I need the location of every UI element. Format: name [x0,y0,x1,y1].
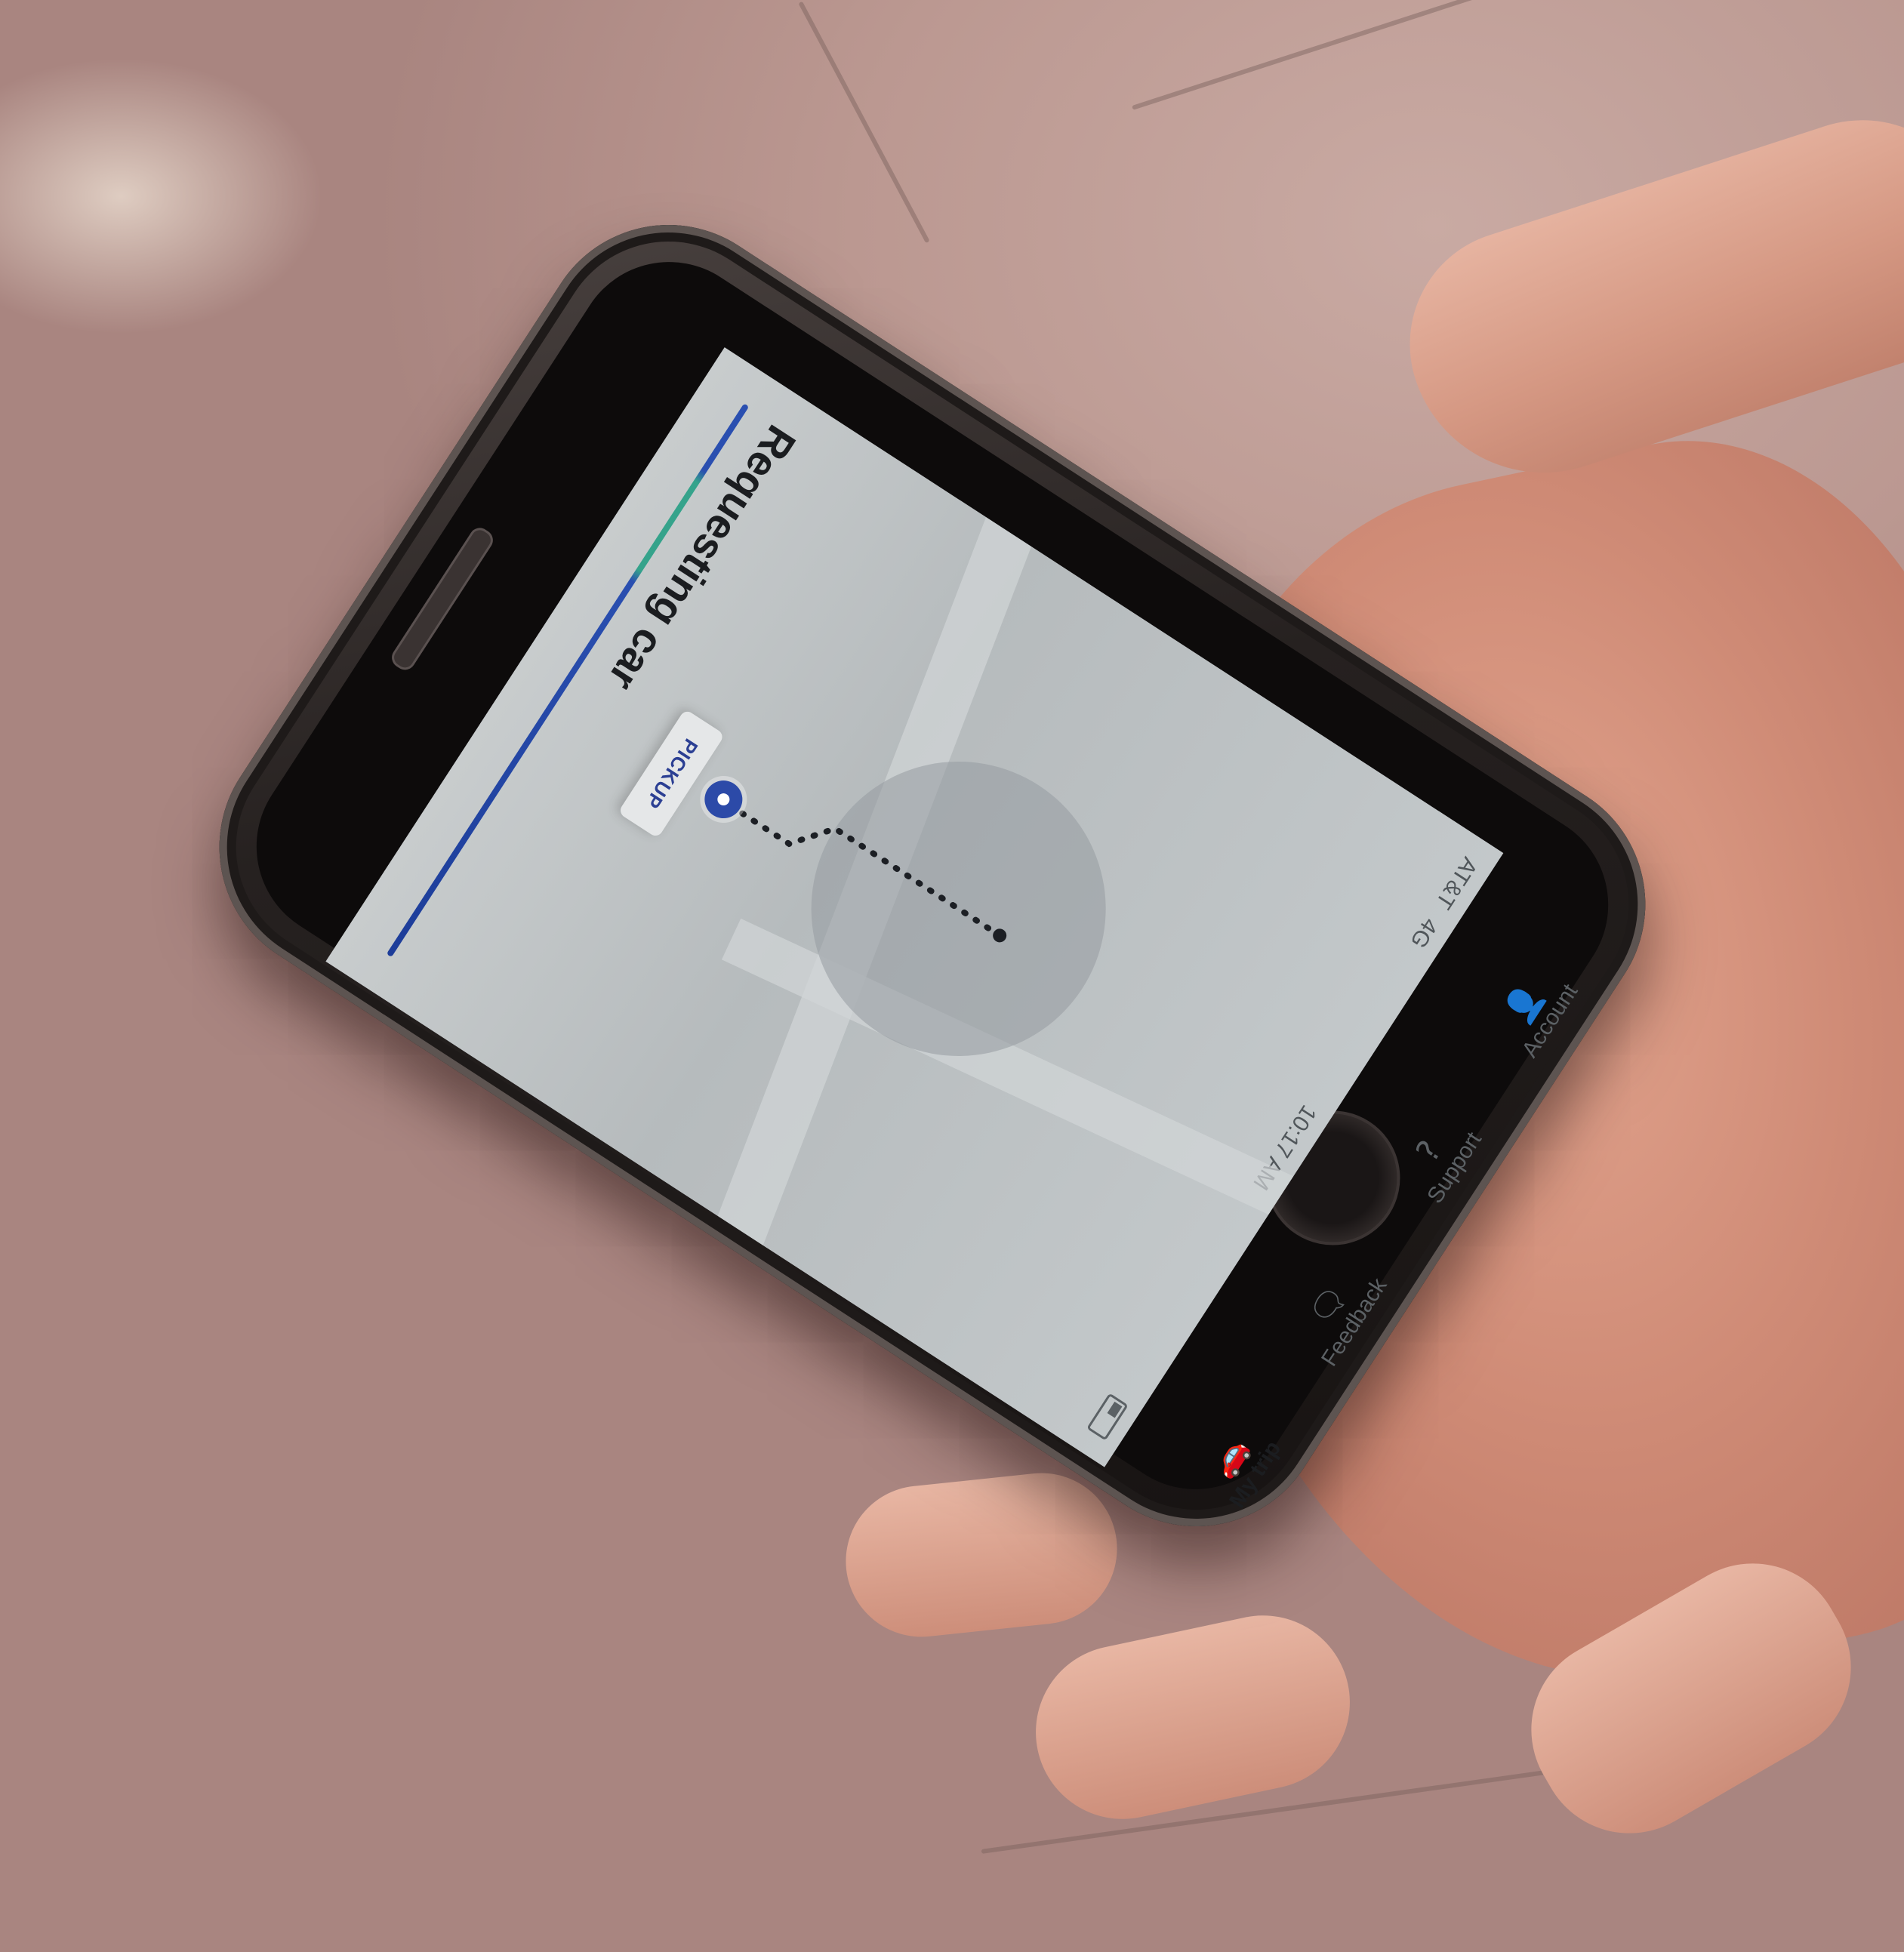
tab-support[interactable]: ? Support [1392,1108,1487,1208]
photo-scene: AT&T 4G 10:17 AM PICKUP Requesting car 🚗… [0,0,1904,1952]
hand-thumb [1380,88,1904,508]
pavement-crack [798,1,930,244]
hand-finger [838,1465,1125,1645]
tab-my-trip[interactable]: 🚗 My trip [1194,1417,1286,1513]
earpiece-speaker [387,524,498,674]
hand-finger [1019,1599,1366,1836]
tab-account[interactable]: 👤 Account [1487,960,1583,1063]
pavement-crack [1132,0,1779,110]
